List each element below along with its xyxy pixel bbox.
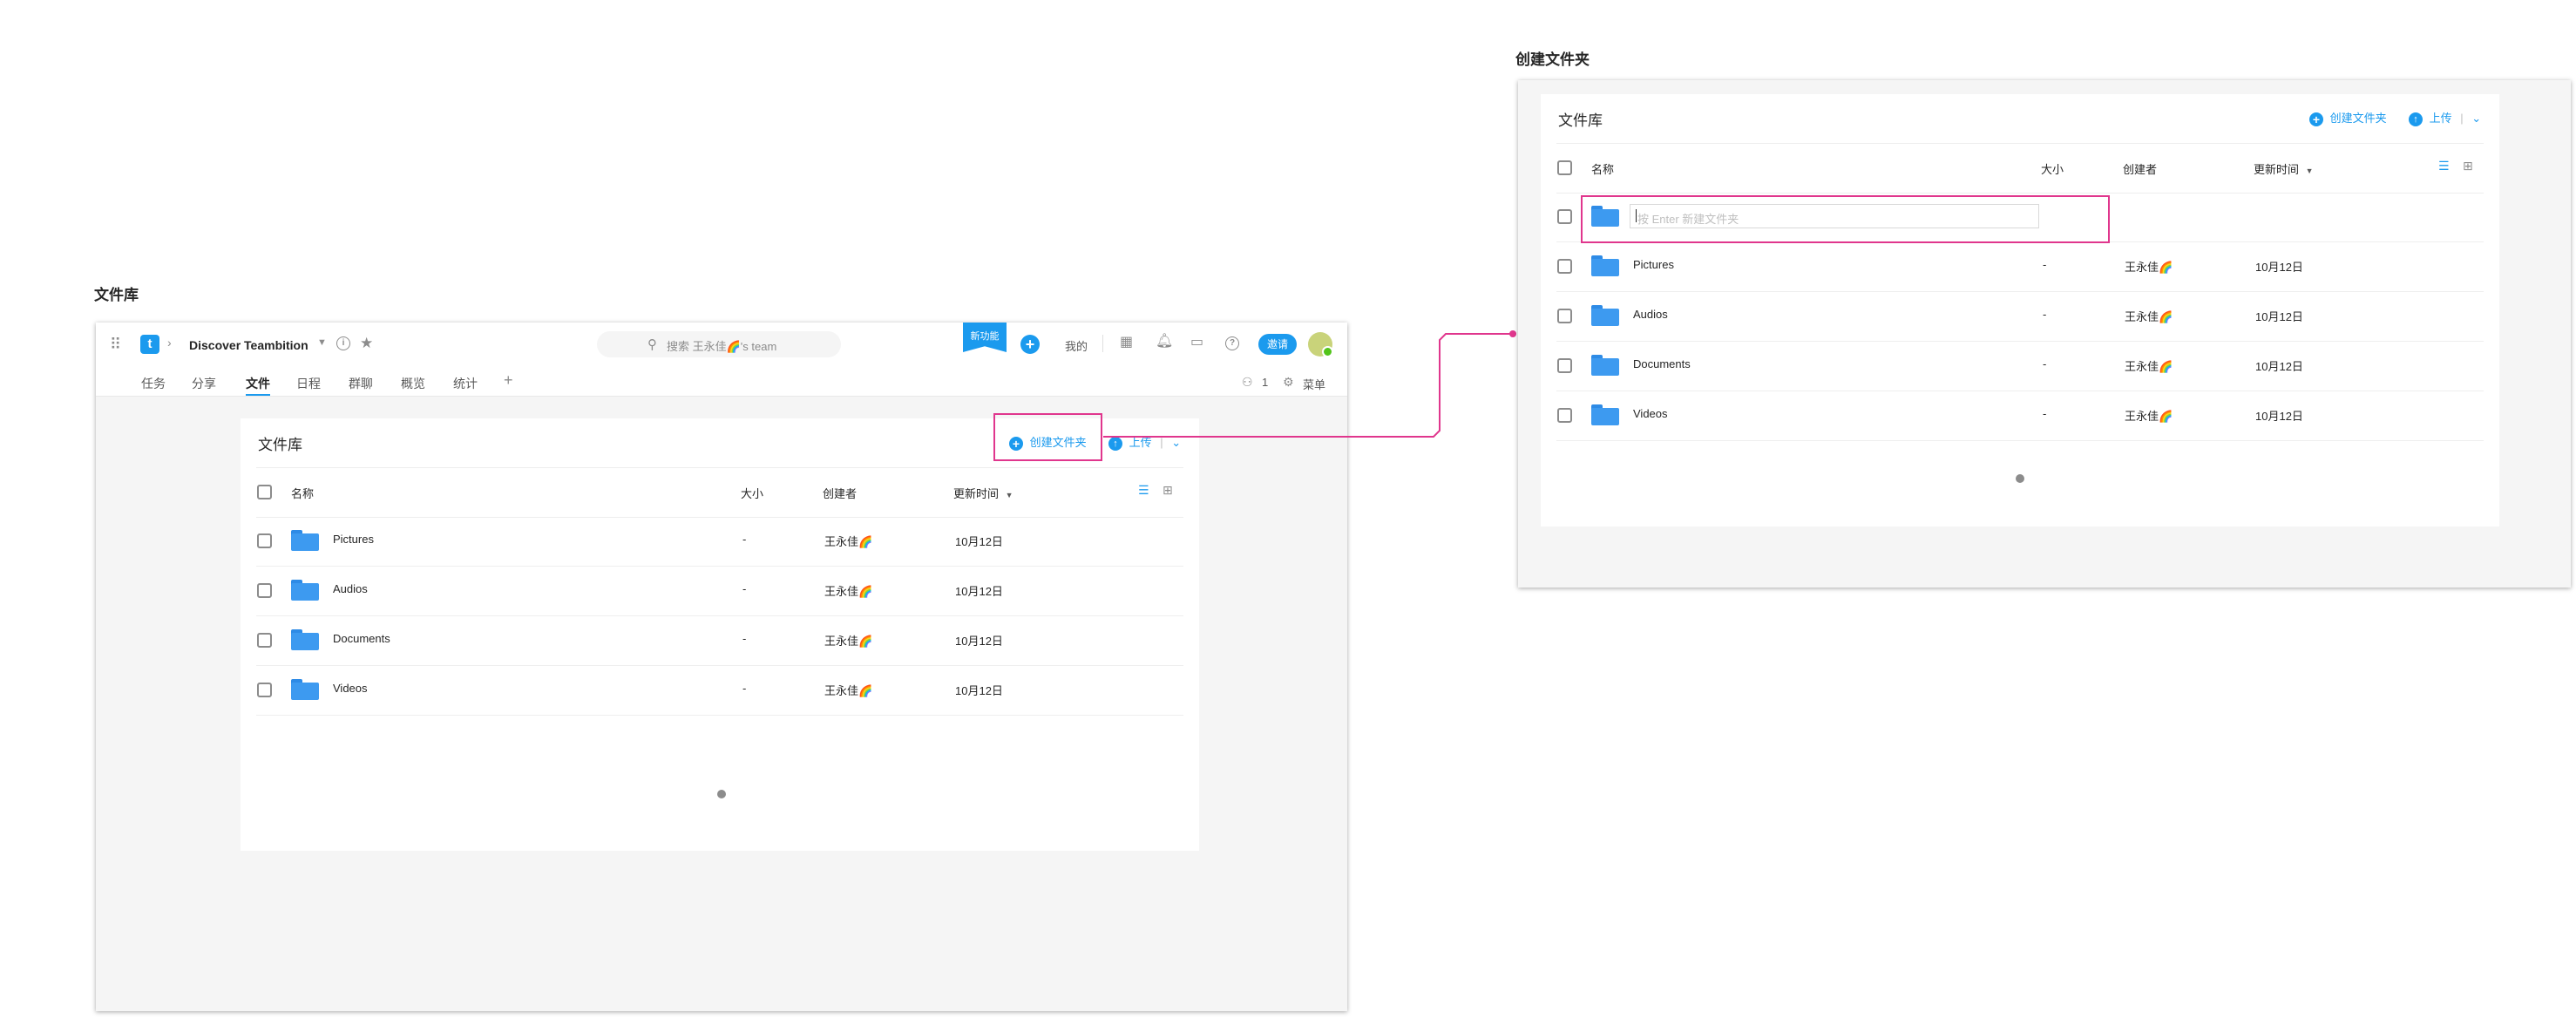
- row-creator: 王永佳🌈: [2125, 360, 2173, 373]
- folder-icon: [1591, 404, 1619, 425]
- row-date: 10月12日: [2255, 261, 2303, 274]
- table-row[interactable]: Documents - 王永佳🌈 10月12日: [1556, 342, 2484, 391]
- row-size: -: [2043, 357, 2047, 370]
- row-checkbox[interactable]: [1557, 309, 1572, 323]
- row-creator: 王永佳🌈: [2125, 261, 2173, 274]
- table-row[interactable]: Audios - 王永佳🌈 10月12日: [1556, 292, 2484, 342]
- row-date: 10月12日: [2255, 410, 2303, 423]
- row-checkbox[interactable]: [1557, 358, 1572, 373]
- sort-caret-icon: ▼: [2305, 166, 2314, 175]
- library-title: 文件库: [1558, 112, 1603, 129]
- chevron-down-icon[interactable]: ⌄: [2471, 112, 2481, 125]
- file-library-card: 文件库 + 创建文件夹 ↑ 上传 | ⌄ 名称 大小 创建者 更新时间 ▼ ☰ …: [1541, 94, 2499, 526]
- row-date: 10月12日: [2255, 360, 2303, 373]
- loading-indicator: [2016, 474, 2024, 483]
- plus-circle-icon: +: [2309, 112, 2323, 126]
- row-checkbox[interactable]: [1557, 408, 1572, 423]
- row-size: -: [2043, 308, 2047, 321]
- table-header: 名称 大小 创建者 更新时间 ▼ ☰ ⊞: [1556, 143, 2484, 194]
- row-name[interactable]: Documents: [1633, 357, 1691, 370]
- row-name[interactable]: Audios: [1633, 308, 1668, 321]
- row-creator: 王永佳🌈: [2125, 310, 2173, 323]
- table-row[interactable]: Videos - 王永佳🌈 10月12日: [1556, 391, 2484, 441]
- row-date: 10月12日: [2255, 310, 2303, 323]
- col-size[interactable]: 大小: [2041, 160, 2064, 177]
- row-name[interactable]: Videos: [1633, 407, 1668, 420]
- new-folder-highlight: [1581, 195, 2110, 243]
- row-checkbox[interactable]: [1557, 209, 1572, 224]
- folder-icon: [1591, 355, 1619, 376]
- create-folder-button[interactable]: + 创建文件夹: [2309, 109, 2387, 126]
- col-name[interactable]: 名称: [1591, 160, 1614, 177]
- folder-icon: [1591, 255, 1619, 276]
- upload-button[interactable]: ↑ 上传 | ⌄: [2409, 109, 2481, 126]
- row-checkbox[interactable]: [1557, 259, 1572, 274]
- row-size: -: [2043, 407, 2047, 420]
- row-size: -: [2043, 258, 2047, 271]
- select-all-checkbox[interactable]: [1557, 160, 1572, 175]
- col-updated[interactable]: 更新时间 ▼: [2254, 160, 2314, 177]
- create-folder-window: 文件库 + 创建文件夹 ↑ 上传 | ⌄ 名称 大小 创建者 更新时间 ▼ ☰ …: [1518, 80, 2571, 588]
- upload-arrow-icon: ↑: [2409, 112, 2423, 126]
- grid-view-icon[interactable]: ⊞: [2463, 159, 2473, 173]
- list-view-icon[interactable]: ☰: [2438, 159, 2450, 173]
- folder-icon: [1591, 305, 1619, 326]
- col-creator[interactable]: 创建者: [2123, 160, 2157, 177]
- table-row[interactable]: Pictures - 王永佳🌈 10月12日: [1556, 242, 2484, 292]
- row-creator: 王永佳🌈: [2125, 410, 2173, 423]
- row-name[interactable]: Pictures: [1633, 258, 1674, 271]
